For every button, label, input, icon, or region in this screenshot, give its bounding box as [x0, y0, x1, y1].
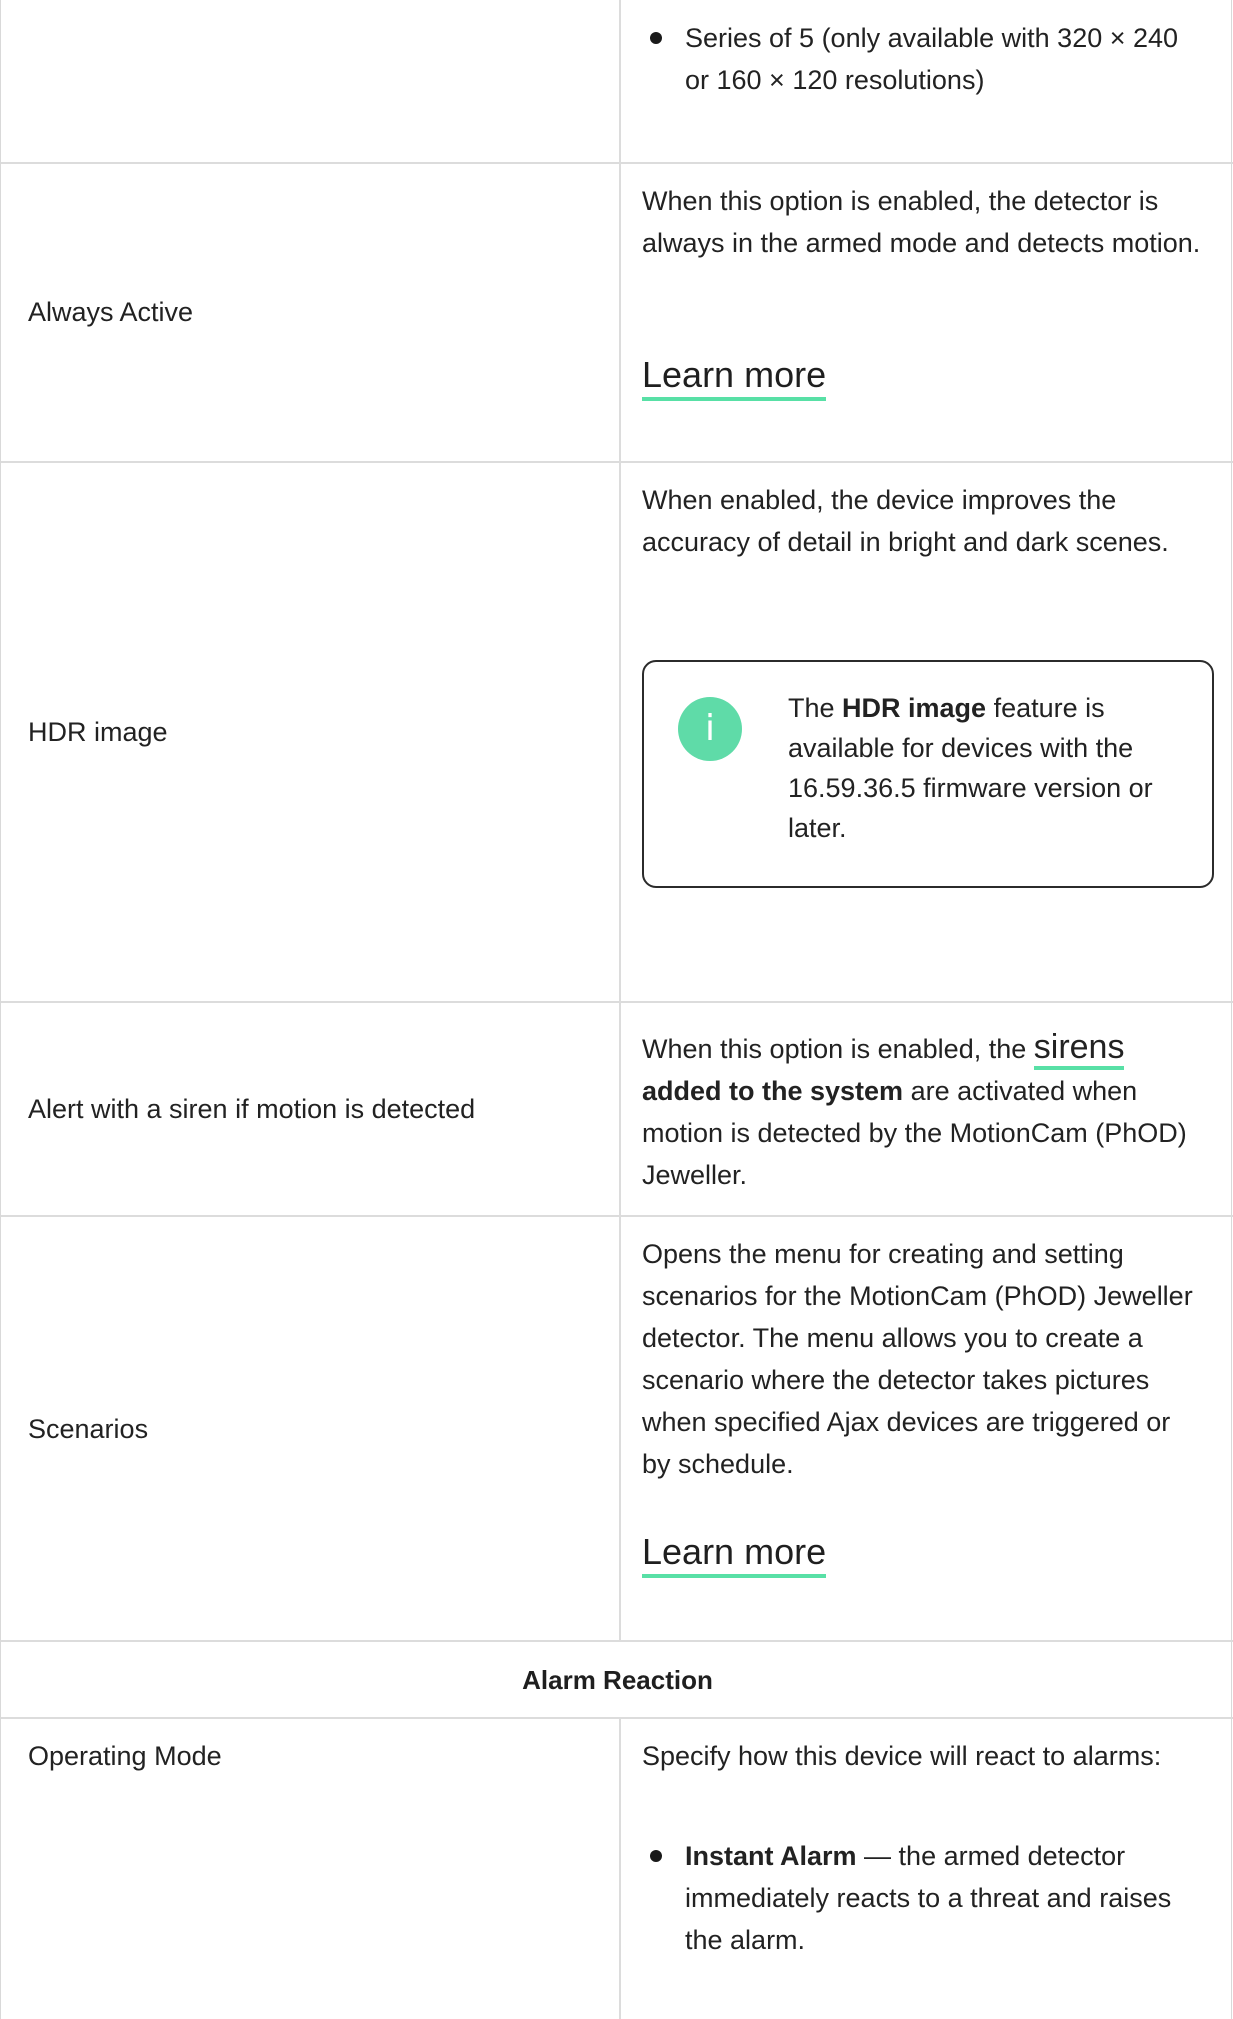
column-divider [619, 0, 621, 1641]
settings-table-page: Series of 5 (only available with 320 × 2… [0, 0, 1233, 2019]
row-divider [1, 1717, 1233, 1719]
row-divider [1, 1640, 1233, 1642]
always-active-learn-more-link[interactable]: Learn more [642, 353, 827, 401]
bullet-dot [650, 32, 662, 44]
siren-desc-bold: added to the system [642, 1076, 904, 1106]
siren-alert-description: When this option is enabled, the sirens a… [642, 1026, 1202, 1196]
hdr-note-text: The HDR image feature is available for d… [788, 688, 1188, 848]
resolution-bullet-text: Series of 5 (only available with 320 × 2… [685, 23, 1179, 95]
siren-desc-prefix: When this option is enabled, the [642, 1034, 1034, 1064]
instant-alarm-bold: Instant Alarm [685, 1841, 857, 1871]
hdr-image-label: HDR image [28, 717, 168, 747]
row-divider [1, 162, 1233, 164]
sirens-link[interactable]: sirens [1033, 1028, 1125, 1070]
operating-mode-label: Operating Mode [28, 1741, 222, 1771]
siren-alert-label: Alert with a siren if motion is detected [28, 1094, 476, 1124]
always-active-label: Always Active [28, 297, 194, 327]
row-divider [1, 1001, 1233, 1003]
info-icon: i [678, 697, 742, 761]
hdr-image-description: When enabled, the device improves the ac… [642, 485, 1169, 557]
alarm-reaction-heading: Alarm Reaction [522, 1665, 713, 1695]
hdr-info-note: i The HDR image feature is available for… [642, 660, 1214, 888]
always-active-description: When this option is enabled, the detecto… [642, 186, 1201, 258]
column-divider [619, 1717, 621, 2019]
bullet-dot [650, 1850, 662, 1862]
scenarios-learn-more-link[interactable]: Learn more [642, 1530, 827, 1578]
operating-mode-description: Specify how this device will react to al… [642, 1741, 1162, 1771]
scenarios-description: Opens the menu for creating and setting … [642, 1239, 1193, 1479]
row-divider [1, 461, 1233, 463]
instant-alarm-bullet: Instant Alarm — the armed detector immed… [685, 1835, 1205, 1961]
row-divider [1, 1215, 1233, 1217]
note-bold: HDR image [842, 693, 987, 723]
note-prefix: The [788, 693, 843, 723]
scenarios-label: Scenarios [28, 1414, 149, 1444]
settings-table: Series of 5 (only available with 320 × 2… [0, 0, 1233, 2019]
